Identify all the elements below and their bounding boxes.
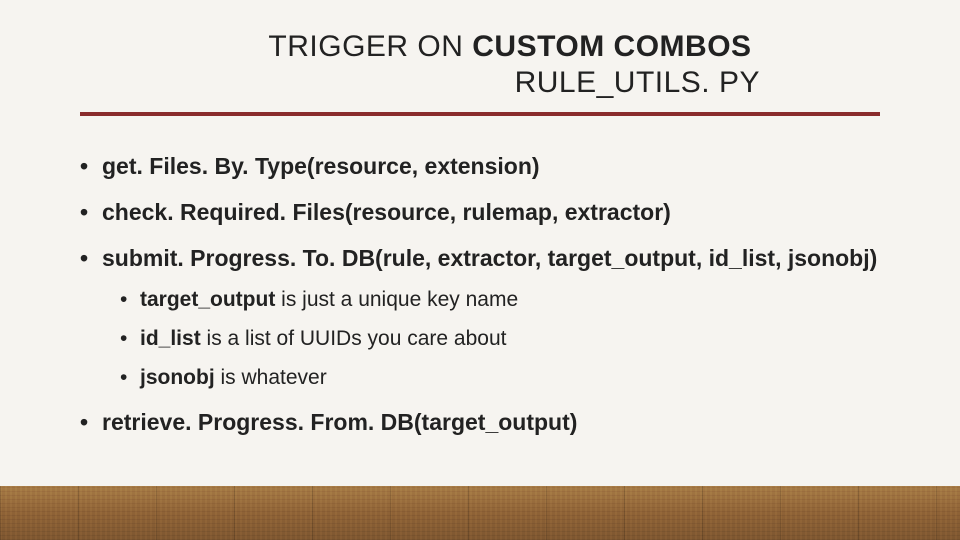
bullet-text: get. Files. By. Type(resource, extension… xyxy=(102,153,540,179)
wood-floor-decoration xyxy=(0,486,960,540)
bullet-text: check. Required. Files(resource, rulemap… xyxy=(102,199,671,225)
sub-term: id_list xyxy=(140,327,201,350)
sub-term: target_output xyxy=(140,288,275,311)
bullet-list: get. Files. By. Type(resource, extension… xyxy=(80,152,880,437)
slide-title-line1: TRIGGER ON CUSTOM COMBOS xyxy=(80,30,880,64)
title-line1-bold: CUSTOM COMBOS xyxy=(472,30,751,63)
bullet-text: submit. Progress. To. DB(rule, extractor… xyxy=(102,245,877,271)
bullet-item: check. Required. Files(resource, rulemap… xyxy=(80,198,880,228)
slide-title-line2: RULE_UTILS. PY xyxy=(80,66,880,100)
bullet-item: submit. Progress. To. DB(rule, extractor… xyxy=(80,244,880,392)
sub-bullet-item: target_output is just a unique key name xyxy=(120,286,880,313)
slide: TRIGGER ON CUSTOM COMBOS RULE_UTILS. PY … xyxy=(0,0,960,540)
sub-bullet-list: target_output is just a unique key name … xyxy=(120,286,880,392)
sub-bullet-item: id_list is a list of UUIDs you care abou… xyxy=(120,325,880,352)
slide-title-block: TRIGGER ON CUSTOM COMBOS RULE_UTILS. PY xyxy=(0,0,960,100)
slide-body: get. Files. By. Type(resource, extension… xyxy=(0,116,960,437)
bullet-item: get. Files. By. Type(resource, extension… xyxy=(80,152,880,182)
title-line1-prefix: TRIGGER ON xyxy=(268,30,472,63)
sub-rest: is a list of UUIDs you care about xyxy=(201,327,507,350)
bullet-item: retrieve. Progress. From. DB(target_outp… xyxy=(80,408,880,438)
sub-term: jsonobj xyxy=(140,366,215,389)
sub-bullet-item: jsonobj is whatever xyxy=(120,364,880,391)
bullet-text: retrieve. Progress. From. DB(target_outp… xyxy=(102,409,577,435)
sub-rest: is whatever xyxy=(215,366,327,389)
sub-rest: is just a unique key name xyxy=(275,288,518,311)
